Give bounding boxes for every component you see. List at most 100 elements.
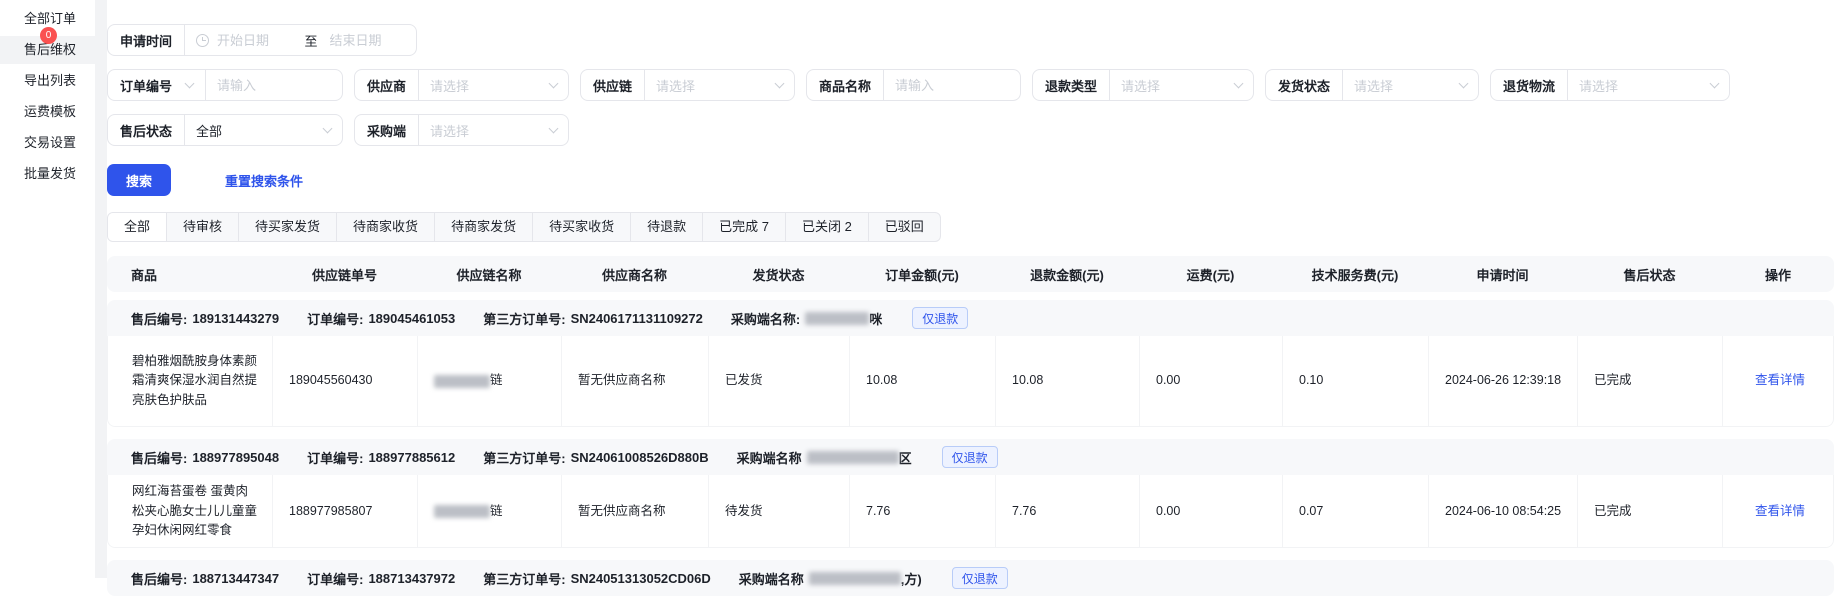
cell-apply-time: 2024-06-26 12:39:18 [1429, 336, 1578, 426]
third-party-no-value: SN2406171131109272 [571, 311, 703, 326]
refund-type-placeholder: 请选择 [1121, 76, 1160, 95]
date-start-input[interactable] [217, 33, 292, 48]
tab-buyer-to-receive[interactable]: 待买家收货 [533, 213, 631, 241]
tab-completed[interactable]: 已完成 7 [703, 213, 786, 241]
view-detail-link[interactable]: 查看详情 [1755, 502, 1805, 521]
sidebar-item-label: 售后维权 [24, 42, 76, 57]
filter-ship-status[interactable]: 发货状态 请选择 [1265, 69, 1479, 101]
cell-status: 已完成 [1578, 336, 1723, 426]
sidebar-item-batch-shipping[interactable]: 批量发货 [0, 160, 95, 188]
status-tabs: 全部 待审核 待买家发货 待商家收货 待商家发货 待买家收货 待退款 已完成 7… [107, 212, 941, 242]
view-detail-link[interactable]: 查看详情 [1755, 371, 1805, 390]
aftersale-status-value: 全部 [196, 121, 222, 140]
order-no-input[interactable] [217, 78, 331, 93]
date-end-input[interactable] [330, 33, 405, 48]
filter-row-2: 订单编号 供应商 请选择 供应链 请选择 商品名称 退款类型 请选择 [107, 69, 1841, 101]
clock-icon [196, 34, 209, 47]
col-service-fee: 技术服务费(元) [1282, 265, 1428, 284]
reset-search-link[interactable]: 重置搜索条件 [225, 171, 303, 190]
cell-supplier-name: 暂无供应商名称 [562, 336, 709, 426]
third-party-no-value: SN24051313052CD06D [571, 571, 711, 586]
apply-time-label: 申请时间 [108, 31, 184, 50]
col-freight: 运费(元) [1139, 265, 1282, 284]
order-row: 碧柏雅烟酰胺身体素颜霜清爽保湿水润自然提亮肤色护肤品 189045560430 … [107, 336, 1834, 427]
filter-product-name[interactable]: 商品名称 [806, 69, 1021, 101]
cell-supply-chain-no: 188977985807 [273, 475, 418, 547]
filter-row-3: 售后状态 全部 采购端 请选择 [107, 114, 1841, 146]
product-name-input[interactable] [895, 78, 1009, 93]
cell-product: 碧柏雅烟酰胺身体素颜霜清爽保湿水润自然提亮肤色护肤品 [108, 336, 273, 426]
order-group-header: 售后编号:189131443279 订单编号:189045461053 第三方订… [107, 300, 1834, 336]
order-no-value: 189045461053 [368, 311, 455, 326]
chevron-down-icon [549, 78, 559, 88]
col-actions: 操作 [1722, 265, 1834, 284]
tab-closed[interactable]: 已关闭 2 [786, 213, 869, 241]
purchase-side-label: 采购端 [355, 121, 418, 140]
filter-supply-chain[interactable]: 供应链 请选择 [580, 69, 795, 101]
sidebar-item-export-list[interactable]: 导出列表 [0, 67, 95, 95]
chevron-down-icon [1710, 78, 1720, 88]
order-group: 售后编号:188713447347 订单编号:188713437972 第三方订… [107, 560, 1834, 596]
notification-badge: 0 [40, 27, 57, 44]
main-content: 申请时间 至 订单编号 供应商 请选择 供应链 请选择 [107, 0, 1841, 578]
refund-type-badge: 仅退款 [942, 446, 998, 468]
redacted-text [807, 451, 899, 464]
tab-pending-audit[interactable]: 待审核 [167, 213, 239, 241]
col-product: 商品 [107, 265, 272, 284]
cell-supply-chain-no: 189045560430 [273, 336, 418, 426]
filter-refund-type[interactable]: 退款类型 请选择 [1032, 69, 1254, 101]
filter-supplier[interactable]: 供应商 请选择 [354, 69, 569, 101]
order-row: 网红海苔蛋卷 蛋黄肉松夹心脆女士儿儿童童孕妇休闲网红零食 18897798580… [107, 475, 1834, 548]
tab-buyer-to-ship[interactable]: 待买家发货 [239, 213, 337, 241]
purchaser-name-label: 采购端名称 [737, 448, 802, 467]
supply-chain-placeholder: 请选择 [656, 76, 695, 95]
supplier-label: 供应商 [355, 76, 418, 95]
filter-aftersale-status[interactable]: 售后状态 全部 [107, 114, 343, 146]
chevron-down-icon [1234, 78, 1244, 88]
filter-apply-time[interactable]: 申请时间 至 [107, 24, 417, 56]
col-refund-amount: 退款金额(元) [995, 265, 1139, 284]
order-no-label: 订单编号: [307, 569, 363, 588]
filter-purchase-side[interactable]: 采购端 请选择 [354, 114, 569, 146]
aftersale-no-value: 189131443279 [192, 311, 279, 326]
tab-merchant-to-receive[interactable]: 待商家收货 [337, 213, 435, 241]
sidebar: 全部订单 售后维权 0 导出列表 运费模板 交易设置 批量发货 [0, 0, 95, 578]
tab-merchant-to-ship[interactable]: 待商家发货 [435, 213, 533, 241]
purchaser-name-suffix: 区 [899, 448, 912, 467]
chevron-down-icon [775, 78, 785, 88]
order-no-value: 188977885612 [368, 450, 455, 465]
purchase-side-placeholder: 请选择 [430, 121, 469, 140]
ship-status-placeholder: 请选择 [1354, 76, 1393, 95]
cell-supply-chain-name: 链 [418, 336, 562, 426]
redacted-text [434, 375, 490, 388]
sidebar-item-aftersale[interactable]: 售后维权 0 [0, 36, 95, 64]
return-logistics-placeholder: 请选择 [1579, 76, 1618, 95]
tab-rejected[interactable]: 已驳回 [869, 213, 940, 241]
third-party-no-value: SN24061008526D880B [571, 450, 709, 465]
aftersale-no-value: 188977895048 [192, 450, 279, 465]
chevron-down-icon [323, 123, 333, 133]
sidebar-item-trade-settings[interactable]: 交易设置 [0, 129, 95, 157]
order-no-label: 订单编号: [307, 448, 363, 467]
tab-all[interactable]: 全部 [108, 213, 167, 241]
filter-row-1: 申请时间 至 [107, 24, 1841, 56]
refund-type-label: 退款类型 [1033, 76, 1109, 95]
filter-order-no[interactable]: 订单编号 [107, 69, 343, 101]
col-order-amount: 订单金额(元) [849, 265, 995, 284]
action-row: 搜索 重置搜索条件 [107, 164, 1841, 196]
supplier-placeholder: 请选择 [430, 76, 469, 95]
third-party-no-label: 第三方订单号: [483, 569, 565, 588]
sidebar-item-freight-template[interactable]: 运费模板 [0, 98, 95, 126]
supply-chain-label: 供应链 [581, 76, 644, 95]
col-supply-chain-name: 供应链名称 [417, 265, 561, 284]
cell-apply-time: 2024-06-10 08:54:25 [1429, 475, 1578, 547]
purchaser-name-label: 采购端名称 [739, 569, 804, 588]
filter-return-logistics[interactable]: 退货物流 请选择 [1490, 69, 1730, 101]
search-button[interactable]: 搜索 [107, 164, 171, 196]
col-aftersale-status: 售后状态 [1577, 265, 1722, 284]
order-group: 售后编号:188977895048 订单编号:188977885612 第三方订… [107, 439, 1834, 548]
tab-pending-refund[interactable]: 待退款 [631, 213, 703, 241]
refund-type-badge: 仅退款 [912, 307, 968, 329]
purchaser-name-suffix: ,方) [901, 569, 922, 588]
cell-service-fee: 0.07 [1283, 475, 1429, 547]
